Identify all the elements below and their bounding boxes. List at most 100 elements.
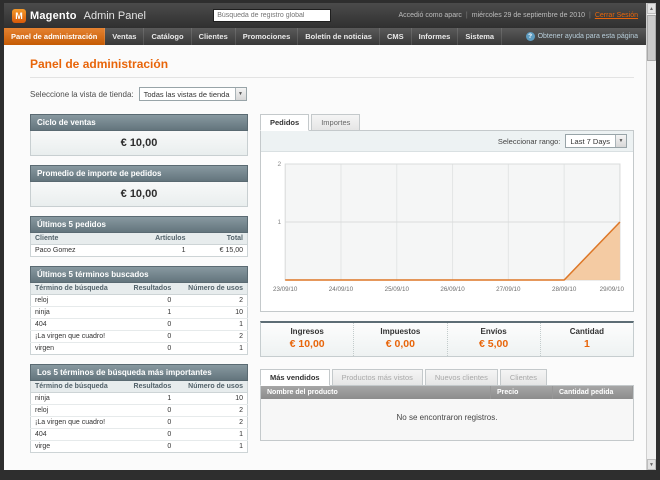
- table-row[interactable]: reloj 0 2: [30, 294, 248, 307]
- table-row[interactable]: ninja 1 10: [30, 392, 248, 405]
- store-view-row: Seleccione la vista de tienda: Todas las…: [30, 87, 634, 101]
- stat-value: € 5,00: [479, 338, 509, 350]
- table-row[interactable]: reloj 0 2: [30, 404, 248, 417]
- table-row[interactable]: virge 0 1: [31, 441, 248, 453]
- average-orders-card: Promedio de importe de pedidos € 10,00: [30, 165, 248, 207]
- table-row[interactable]: ¡La virgen que cuadro! 0 2: [30, 330, 248, 343]
- stat-label: Envíos: [480, 327, 507, 336]
- help-link[interactable]: ? Obtener ayuda para esta página: [525, 28, 646, 45]
- nav-item[interactable]: Informes: [412, 28, 459, 45]
- card-title: Promedio de importe de pedidos: [30, 165, 248, 182]
- store-view-select[interactable]: Todas las vistas de tienda ▼: [138, 87, 247, 101]
- bestsellers-table: Nombre del producto Precio Cantidad pedida: [261, 386, 633, 399]
- stat-cantidad: Cantidad 1: [539, 323, 633, 356]
- last-orders-card: Últimos 5 pedidos Cliente Artículos Total P…: [30, 216, 248, 257]
- page-title: Panel de administración: [30, 57, 169, 71]
- svg-text:25/09/10: 25/09/10: [385, 286, 410, 293]
- nav-item[interactable]: Promociones: [236, 28, 299, 45]
- table-row[interactable]: 404 0 1: [30, 428, 248, 441]
- last-orders-table: Cliente Artículos Total Paco Gomez 1 € 15,00: [30, 233, 248, 257]
- bestsellers-panel: Nombre del producto Precio Cantidad pedida…: [260, 385, 634, 441]
- stat-impuestos: Impuestos € 0,00: [353, 323, 446, 356]
- stat-label: Cantidad: [569, 327, 604, 336]
- svg-text:27/09/10: 27/09/10: [496, 286, 521, 293]
- global-search-area: [146, 9, 399, 22]
- stat-value: € 0,00: [385, 338, 415, 350]
- grid-tab[interactable]: Productos más vistos: [331, 369, 423, 386]
- nav-items: Panel de administración Ventas Catálogo Cli…: [4, 28, 503, 45]
- grid-tab[interactable]: Nuevos clientes: [424, 369, 498, 386]
- empty-message: No se encontraron registros.: [261, 399, 633, 440]
- range-select[interactable]: Last 7 Days ▼: [565, 134, 627, 148]
- stat-value: 1: [583, 338, 590, 350]
- grid-tab[interactable]: Más vendidos: [260, 369, 330, 386]
- column-header: Cantidad pedida: [552, 386, 633, 399]
- column-header: Resultados: [123, 381, 176, 393]
- nav-item[interactable]: Sistema: [458, 28, 503, 45]
- admin-window: M Magento Admin Panel Accedió como aparc…: [4, 3, 646, 470]
- svg-text:1: 1: [277, 219, 281, 226]
- nav-item[interactable]: Ventas: [105, 28, 145, 45]
- lifetime-sales-card: Ciclo de ventas € 10,00: [30, 114, 248, 156]
- separator: |: [588, 12, 591, 19]
- column-header: Término de búsqueda: [30, 283, 124, 295]
- nav-item[interactable]: Panel de administración: [4, 28, 106, 45]
- magento-logo-icon: M: [12, 8, 26, 23]
- help-icon: ?: [525, 32, 535, 41]
- column-header: Precio: [490, 386, 553, 399]
- column-header: Cliente: [30, 233, 120, 245]
- chart-tabs: Pedidos Importes: [260, 114, 634, 131]
- card-title: Ciclo de ventas: [30, 114, 248, 131]
- column-header: Número de usos: [175, 381, 248, 393]
- nav-item[interactable]: CMS: [380, 28, 412, 45]
- stat-value: € 10,00: [289, 338, 325, 350]
- help-label: Obtener ayuda para esta página: [537, 33, 638, 40]
- nav-item[interactable]: Catálogo: [144, 28, 192, 45]
- chart-panel: Seleccionar rango: Last 7 Days ▼ 2 1 23/09…: [260, 130, 634, 312]
- svg-text:2: 2: [277, 161, 281, 168]
- scroll-up-arrow[interactable]: ▲: [647, 3, 656, 14]
- store-view-label: Seleccione la vista de tienda:: [30, 89, 134, 99]
- tab-orders[interactable]: Pedidos: [260, 114, 310, 131]
- stat-envíos: Envíos € 5,00: [446, 323, 540, 356]
- last-search-terms-table: Término de búsqueda Resultados Número de u…: [30, 283, 248, 355]
- totals-bar: Ingresos € 10,00 Impuestos € 0,00 Envíos € 5,…: [260, 321, 634, 357]
- column-header: Total: [189, 233, 248, 245]
- top-search-terms-card: Los 5 términos de búsqueda más important…: [30, 364, 248, 453]
- column-header: Artículos: [119, 233, 190, 245]
- scroll-down-arrow[interactable]: ▼: [647, 459, 656, 470]
- main-nav: Panel de administración Ventas Catálogo Cli…: [4, 28, 646, 45]
- browser-frame: M Magento Admin Panel Accedió como aparc…: [0, 0, 660, 480]
- range-selector-row: Seleccionar rango: Last 7 Days ▼: [261, 131, 633, 152]
- card-title: Últimos 5 términos buscados: [30, 266, 248, 283]
- logout-link[interactable]: Cerrar Sesión: [595, 12, 638, 19]
- table-row[interactable]: ninja 1 10: [30, 306, 248, 319]
- orders-chart: 2 1 23/09/10 24/09/10 25/09/10 26/09/10 27/09/…: [261, 152, 633, 311]
- grid-tab[interactable]: Clientes: [499, 369, 547, 386]
- chevron-down-icon: ▼: [234, 88, 246, 100]
- card-title: Últimos 5 pedidos: [30, 216, 248, 233]
- global-search-input[interactable]: [213, 9, 332, 22]
- table-row[interactable]: Paco Gomez 1 € 15,00: [31, 245, 248, 257]
- stat-ingresos: Ingresos € 10,00: [261, 323, 353, 356]
- table-row[interactable]: virgen 0 1: [31, 343, 248, 355]
- table-row[interactable]: ¡La virgen que cuadro! 0 2: [30, 416, 248, 429]
- header-bar: M Magento Admin Panel Accedió como aparc…: [4, 3, 646, 28]
- column-header: Número de usos: [175, 283, 248, 295]
- tab-amounts[interactable]: Importes: [311, 114, 361, 131]
- magento-logo: M Magento Admin Panel: [12, 8, 146, 23]
- logo-subtitle: Admin Panel: [83, 9, 146, 22]
- card-title: Los 5 términos de búsqueda más important…: [30, 364, 248, 381]
- column-header: Término de búsqueda: [30, 381, 124, 393]
- nav-item[interactable]: Clientes: [192, 28, 236, 45]
- header-user-info: Accedió como aparc | miércoles 29 de sep…: [399, 12, 639, 19]
- svg-text:26/09/10: 26/09/10: [440, 286, 465, 293]
- table-row[interactable]: 404 0 1: [30, 318, 248, 331]
- last-search-terms-card: Últimos 5 términos buscados Término de b…: [30, 266, 248, 355]
- store-view-value: Todas las vistas de tienda: [143, 89, 230, 99]
- nav-item[interactable]: Boletín de noticias: [298, 28, 380, 45]
- scrollbar-thumb[interactable]: [647, 15, 656, 61]
- svg-text:23/09/10: 23/09/10: [273, 286, 298, 293]
- title-divider: [30, 77, 634, 78]
- scrollbar[interactable]: ▲ ▼: [646, 3, 656, 470]
